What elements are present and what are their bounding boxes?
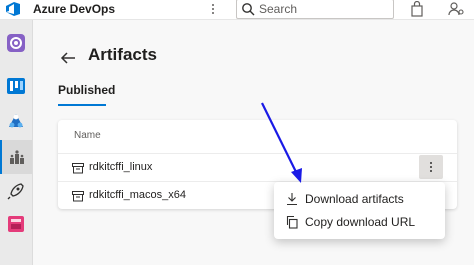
sidebar-item-boards[interactable]: [0, 69, 32, 103]
sidebar-item-artifacts[interactable]: [0, 140, 32, 174]
download-icon: [287, 193, 297, 206]
search-icon: [242, 3, 255, 16]
tab-published[interactable]: Published: [58, 83, 115, 97]
table-row[interactable]: rdkitcffi_linux: [58, 153, 457, 181]
artifact-package-icon: [72, 163, 84, 174]
project-avatar-icon: [7, 34, 25, 52]
boards-icon: [7, 78, 25, 94]
row-more-actions-button[interactable]: [419, 155, 443, 179]
artifact-package-icon: [72, 191, 84, 202]
search-input[interactable]: [259, 0, 389, 18]
artifacts-icon: [10, 150, 24, 164]
more-vertical-icon[interactable]: [208, 0, 218, 18]
left-navigation: [0, 20, 33, 265]
context-menu: Download artifacts Copy download URL: [274, 182, 445, 239]
menu-item-label: Download artifacts: [305, 192, 404, 206]
sidebar-item-test-plans[interactable]: [0, 207, 32, 241]
rocket-icon: [7, 183, 24, 200]
user-settings-icon[interactable]: [448, 1, 464, 17]
azure-devops-logo[interactable]: [5, 1, 21, 17]
artifact-name[interactable]: rdkitcffi_linux: [89, 161, 152, 173]
menu-item-download-artifacts[interactable]: Download artifacts: [274, 187, 445, 211]
test-plans-icon: [8, 216, 24, 232]
repos-icon: [9, 114, 23, 128]
tab-selected-indicator: [58, 104, 106, 106]
back-arrow-icon[interactable]: [60, 50, 76, 66]
top-bar: Azure DevOps: [0, 0, 474, 20]
menu-item-copy-download-url[interactable]: Copy download URL: [274, 210, 445, 234]
menu-item-label: Copy download URL: [305, 215, 416, 229]
sidebar-item-pipelines[interactable]: [0, 174, 32, 208]
column-header-name: Name: [74, 130, 101, 141]
app-title[interactable]: Azure DevOps: [33, 2, 115, 16]
sidebar-item-project[interactable]: [0, 26, 32, 60]
shopping-bag-icon[interactable]: [410, 1, 424, 17]
search-box[interactable]: [236, 0, 394, 19]
sidebar-item-repos[interactable]: [0, 104, 32, 138]
artifact-name[interactable]: rdkitcffi_macos_x64: [89, 189, 186, 201]
page-title: Artifacts: [88, 45, 157, 64]
copy-icon: [286, 215, 298, 229]
